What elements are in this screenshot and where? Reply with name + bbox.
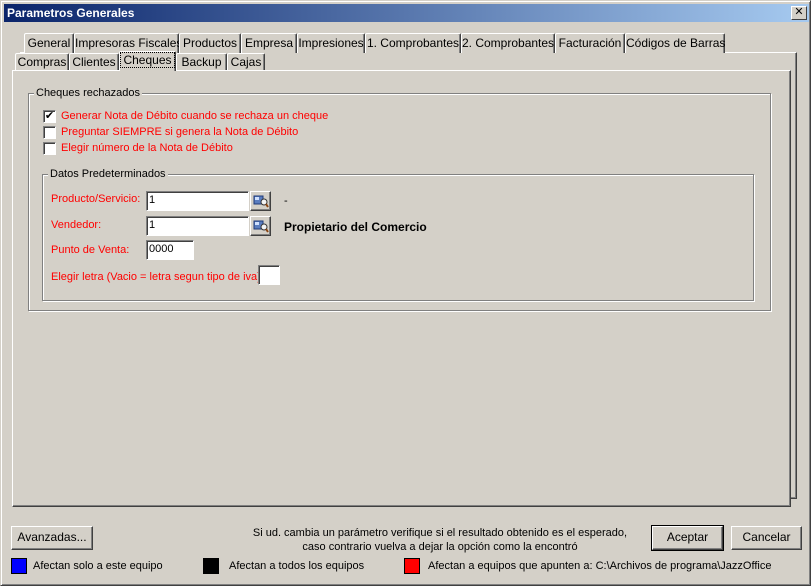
vendedor-label: Vendedor: [51, 219, 102, 231]
tab-label: Clientes [72, 55, 116, 69]
preguntar-nd-checkbox[interactable] [43, 126, 56, 139]
tab-2-comprobantes[interactable]: 2. Comprobantes [461, 33, 555, 53]
tab-impresiones[interactable]: Impresiones [297, 33, 365, 53]
tab-clientes[interactable]: Clientes [69, 53, 119, 71]
tab-cajas[interactable]: Cajas [227, 53, 265, 71]
producto-description: - [284, 195, 288, 207]
tab-cheques[interactable]: Cheques [119, 51, 176, 71]
tab-compras[interactable]: Compras [15, 53, 69, 71]
tab-general[interactable]: General [24, 33, 74, 53]
datos-predeterminados-title: Datos Predeterminados [48, 168, 168, 180]
vendedor-input[interactable]: 1 [146, 216, 249, 236]
tab-label: 2. Comprobantes [462, 36, 555, 50]
tab-label: 1. Comprobantes [366, 36, 460, 50]
aceptar-label: Aceptar [666, 530, 709, 544]
close-icon: ✕ [794, 6, 804, 18]
punto-venta-input[interactable]: 0000 [146, 240, 194, 260]
tab-label: Códigos de Barras [626, 36, 726, 50]
elegir-numero-checkbox[interactable] [43, 142, 56, 155]
avanzadas-label: Avanzadas... [17, 530, 87, 544]
legend-label-local: Afectan solo a este equipo [33, 560, 163, 572]
legend-label-all: Afectan a todos los equipos [229, 560, 365, 572]
info-message: Si ud. cambia un parámetro verifique si … [240, 526, 640, 554]
tab-label: Productos [182, 36, 238, 50]
title-bar[interactable]: Parametros Generales ✕ [4, 4, 809, 22]
preguntar-nd-label: Preguntar SIEMPRE si genera la Nota de D… [61, 126, 299, 138]
tab-label: Backup [181, 55, 222, 69]
tab-codigos-de-barras[interactable]: Códigos de Barras [625, 33, 725, 53]
vendedor-description: Propietario del Comercio [284, 220, 427, 234]
cancelar-label: Cancelar [742, 530, 791, 544]
producto-lookup-button[interactable] [250, 191, 271, 211]
tab-label: Impresiones [298, 36, 364, 50]
tab-productos[interactable]: Productos [179, 33, 241, 53]
tab-label: Facturación [558, 36, 622, 50]
generar-nd-checkbox[interactable]: ✔ [43, 110, 56, 123]
tab-1-comprobantes[interactable]: 1. Comprobantes [365, 33, 461, 53]
info-line-1: Si ud. cambia un parámetro verifique si … [252, 527, 628, 539]
producto-input[interactable]: 1 [146, 191, 249, 211]
elegir-letra-label: Elegir letra (Vacio = letra segun tipo d… [51, 271, 261, 283]
aceptar-button[interactable]: Aceptar [651, 525, 724, 551]
info-line-2: caso contrario vuelva a dejar la opción … [302, 541, 578, 553]
tab-label: Empresa [244, 36, 294, 50]
checkmark-icon: ✔ [44, 110, 55, 122]
punto-venta-label: Punto de Venta: [51, 244, 130, 256]
tab-empresa[interactable]: Empresa [241, 33, 297, 53]
legend-swatch-black [203, 558, 219, 574]
legend-swatch-red [404, 558, 420, 574]
generar-nd-label: Generar Nota de Débito cuando se rechaza… [61, 110, 329, 122]
tab-label: General [27, 36, 71, 50]
elegir-numero-label: Elegir número de la Nota de Débito [61, 142, 233, 154]
producto-label: Producto/Servicio: [51, 193, 141, 205]
legend-label-path: Afectan a equipos que apunten a: C:\Arch… [428, 560, 772, 572]
cancelar-button[interactable]: Cancelar [731, 526, 802, 550]
avanzadas-button[interactable]: Avanzadas... [11, 526, 93, 550]
tab-impresoras-fiscales[interactable]: Impresoras Fiscales [74, 33, 183, 53]
legend-swatch-blue [11, 558, 27, 574]
search-icon [253, 195, 269, 208]
tab-facturacion[interactable]: Facturación [555, 33, 625, 53]
tab-label: Compras [17, 55, 67, 69]
tab-label: Cheques [120, 52, 175, 68]
elegir-letra-input[interactable] [258, 265, 280, 285]
window-title: Parametros Generales [7, 6, 135, 20]
vendedor-lookup-button[interactable] [250, 216, 271, 236]
tab-label: Impresoras Fiscales [75, 36, 183, 50]
cheques-rechazados-title: Cheques rechazados [34, 87, 142, 99]
tab-backup[interactable]: Backup [176, 53, 227, 71]
search-icon [253, 220, 269, 233]
tab-label: Cajas [230, 55, 262, 69]
close-button[interactable]: ✕ [791, 6, 807, 20]
